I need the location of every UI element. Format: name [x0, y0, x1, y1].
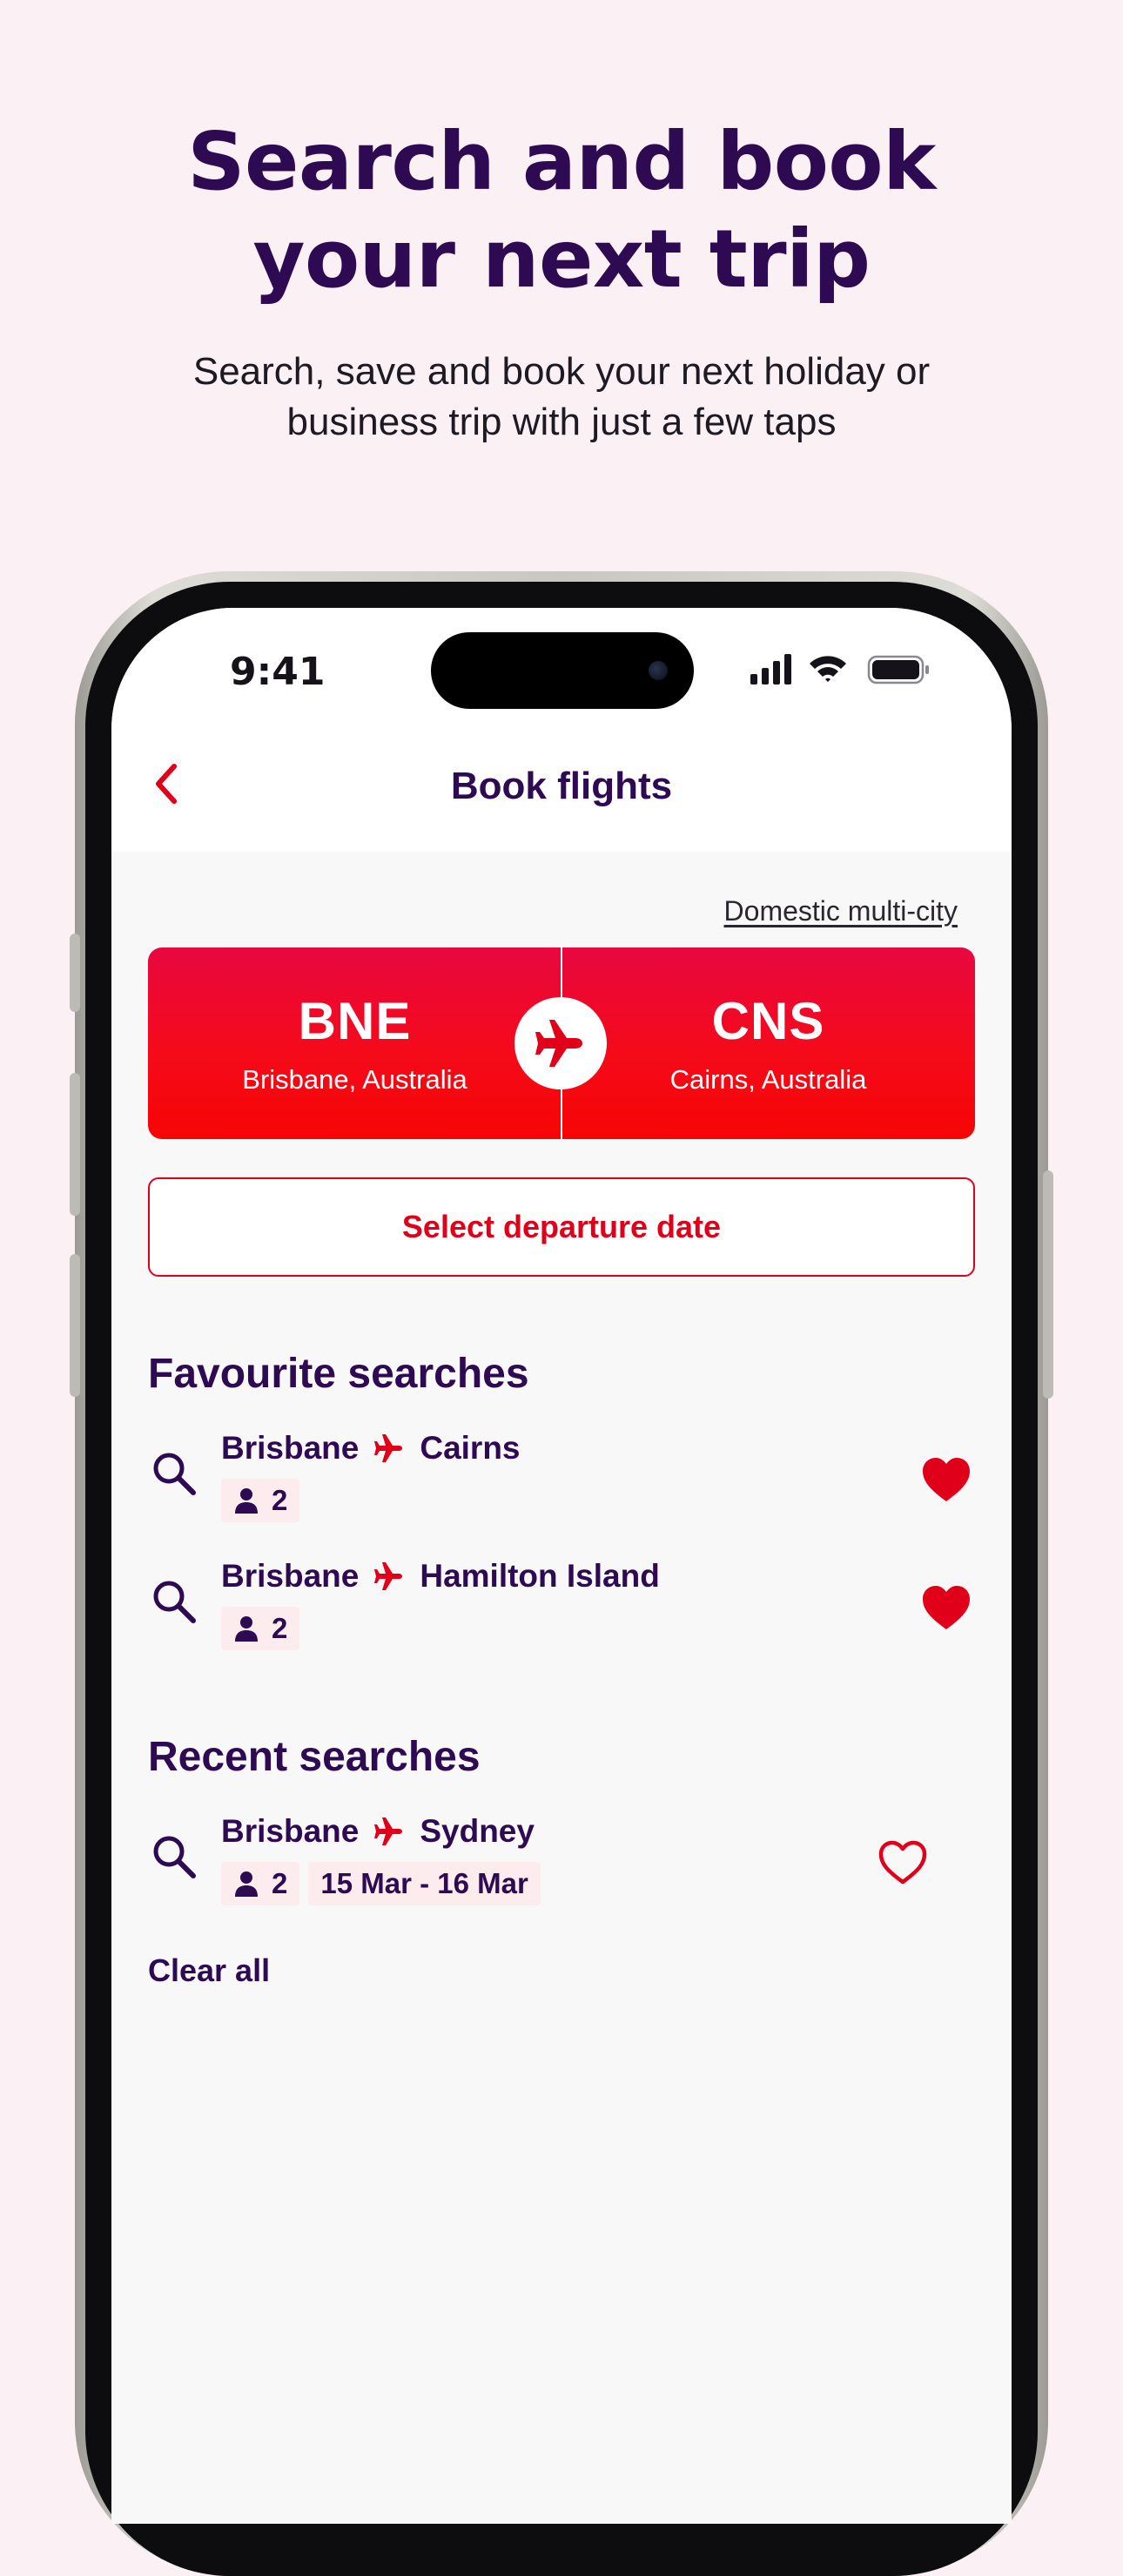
volume-down-button — [70, 1254, 80, 1397]
battery-icon — [867, 655, 929, 684]
domestic-multi-city-link[interactable]: Domestic multi-city — [724, 895, 958, 927]
route-from: Brisbane — [221, 1430, 360, 1466]
passenger-chip: 2 — [221, 1607, 300, 1650]
destination-selector[interactable]: CNS Cairns, Australia — [562, 947, 975, 1139]
favourite-searches-title: Favourite searches — [148, 1351, 529, 1397]
plane-icon — [374, 1562, 403, 1590]
route-to: Sydney — [420, 1813, 535, 1849]
search-icon — [153, 1453, 196, 1495]
select-departure-date-button[interactable]: Select departure date — [148, 1177, 975, 1277]
favourite-search-item[interactable]: Brisbane Hamilton Island 2 — [148, 1558, 975, 1671]
passenger-chip: 2 — [221, 1479, 300, 1522]
search-icon — [153, 1581, 196, 1623]
clear-all-button[interactable]: Clear all — [148, 1952, 270, 1989]
route-from: Brisbane — [221, 1558, 360, 1594]
heart-filled-icon[interactable] — [921, 1456, 972, 1503]
dynamic-island — [431, 632, 694, 709]
plane-icon — [374, 1434, 403, 1462]
search-route: Brisbane Sydney — [221, 1813, 535, 1850]
destination-city: Cairns, Australia — [669, 1064, 867, 1095]
status-time: 9:41 — [230, 650, 326, 694]
headline-line-2: your next trip — [252, 212, 871, 306]
destination-code: CNS — [711, 992, 825, 1050]
person-icon — [235, 1488, 258, 1514]
origin-city: Brisbane, Australia — [242, 1064, 467, 1095]
person-icon — [235, 1616, 258, 1642]
search-icon — [153, 1836, 196, 1878]
heart-filled-icon[interactable] — [921, 1584, 972, 1631]
cellular-signal-icon — [750, 654, 791, 684]
marketing-headline: Search and book your next trip — [0, 113, 1123, 308]
status-bar: 9:41 — [111, 608, 1012, 712]
route-from: Brisbane — [221, 1813, 360, 1849]
power-button — [1043, 1170, 1053, 1399]
passenger-count: 2 — [272, 1484, 288, 1516]
passenger-count: 2 — [272, 1612, 288, 1644]
route-to: Hamilton Island — [420, 1558, 660, 1594]
phone-screen: 9:41 Book flights Domestic multi-city BN… — [111, 608, 1012, 2524]
swap-route-button[interactable] — [514, 997, 607, 1089]
passenger-count: 2 — [272, 1867, 288, 1899]
subhead-line-1: Search, save and book your next holiday … — [192, 350, 931, 393]
subhead-line-2: business trip with just a few taps — [286, 401, 837, 443]
origin-selector[interactable]: BNE Brisbane, Australia — [148, 947, 562, 1139]
person-icon — [235, 1871, 258, 1897]
route-to: Cairns — [420, 1430, 521, 1466]
plane-icon — [374, 1817, 403, 1845]
origin-code: BNE — [298, 992, 412, 1050]
nav-bar: Book flights — [111, 712, 1012, 852]
recent-search-item[interactable]: Brisbane Sydney 2 15 Mar - 16 Mar — [148, 1813, 975, 1926]
camera-icon — [649, 661, 668, 680]
action-button — [70, 934, 80, 1012]
search-route: Brisbane Hamilton Island — [221, 1558, 660, 1595]
passenger-chip: 2 — [221, 1862, 300, 1905]
search-details: 2 — [221, 1607, 300, 1650]
route-selector: BNE Brisbane, Australia CNS Cairns, Aust… — [148, 947, 975, 1139]
recent-searches-title: Recent searches — [148, 1734, 481, 1780]
search-route: Brisbane Cairns — [221, 1430, 521, 1467]
heart-outline-icon[interactable] — [878, 1839, 928, 1886]
search-details: 2 15 Mar - 16 Mar — [221, 1862, 541, 1905]
date-range-chip: 15 Mar - 16 Mar — [308, 1862, 541, 1905]
search-details: 2 — [221, 1479, 300, 1522]
marketing-subhead: Search, save and book your next holiday … — [0, 347, 1123, 448]
page-title: Book flights — [450, 765, 673, 807]
plane-icon — [535, 1020, 582, 1067]
wifi-icon — [810, 656, 846, 682]
status-icons — [750, 654, 929, 684]
favourite-search-item[interactable]: Brisbane Cairns 2 — [148, 1430, 975, 1543]
volume-up-button — [70, 1073, 80, 1216]
headline-line-1: Search and book — [187, 115, 936, 208]
